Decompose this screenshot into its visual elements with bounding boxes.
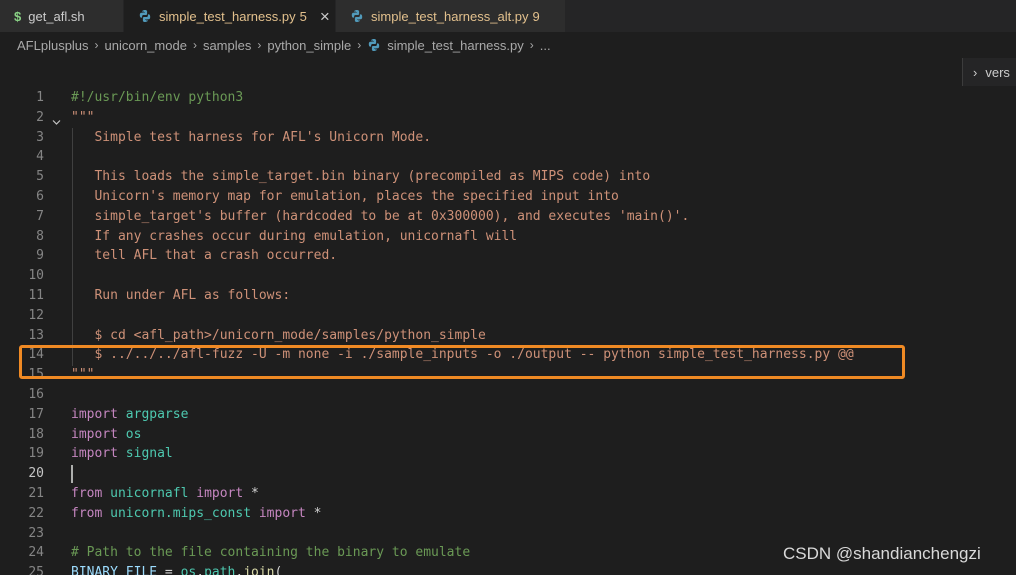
code-text: import argparse (71, 407, 189, 422)
python-icon (367, 38, 381, 52)
breadcrumb-item[interactable]: samples (203, 38, 251, 53)
code-line[interactable]: 8 If any crashes occur during emulation,… (0, 227, 1016, 247)
shell-dollar-icon: $ (14, 8, 22, 24)
code-text: from unicornafl import * (71, 486, 259, 501)
line-number: 8 (36, 229, 44, 244)
line-number: 20 (28, 466, 44, 481)
code-line[interactable]: 9 tell AFL that a crash occurred. (0, 246, 1016, 266)
chevron-right-icon: › (357, 38, 362, 52)
code-text: Unicorn's memory map for emulation, plac… (71, 189, 619, 204)
code-line[interactable]: 10 (0, 266, 1016, 286)
code-line[interactable]: 12 (0, 306, 1016, 326)
tab-label: simple_test_harness.py (159, 8, 296, 24)
line-number: 2 (36, 110, 44, 125)
code-line[interactable]: 18 import os (0, 425, 1016, 445)
breadcrumb: AFLplusplus › unicorn_mode › samples › python_… (17, 35, 551, 55)
tab-label: simple_test_harness_alt.py (371, 8, 529, 24)
code-text: import signal (71, 446, 173, 461)
code-line[interactable]: 17 import argparse (0, 405, 1016, 425)
tab-label: get_afl.sh (28, 8, 85, 24)
code-line[interactable]: 22 from unicorn.mips_const import * (0, 504, 1016, 524)
chevron-right-icon[interactable]: › (973, 65, 977, 80)
line-number: 10 (28, 268, 44, 283)
line-number: 4 (36, 149, 44, 164)
line-number: 1 (36, 90, 44, 105)
line-number: 16 (28, 387, 44, 402)
editor-tab-bar: $ get_afl.sh simple_test_harness.py 5 × simpl… (0, 0, 1016, 32)
line-number: 19 (28, 446, 44, 461)
line-number: 13 (28, 328, 44, 343)
code-line[interactable]: 21 from unicornafl import * (0, 484, 1016, 504)
line-number: 9 (36, 248, 44, 263)
python-icon (138, 9, 152, 23)
python-icon (350, 9, 364, 23)
close-icon[interactable]: × (320, 8, 330, 25)
line-number: 11 (28, 288, 44, 303)
breadcrumb-item[interactable]: simple_test_harness.py (387, 38, 524, 53)
chevron-right-icon: › (192, 38, 197, 52)
code-text: Simple test harness for AFL's Unicorn Mo… (71, 130, 432, 145)
code-text: # Path to the file containing the binary… (71, 545, 471, 560)
code-editor[interactable]: 1 #!/usr/bin/env python3 2 """ 3 Simple test… (0, 88, 1016, 575)
code-text: """ (71, 110, 95, 125)
line-number: 5 (36, 169, 44, 184)
line-number: 22 (28, 506, 44, 521)
code-line[interactable]: 3 Simple test harness for AFL's Unicorn … (0, 128, 1016, 148)
code-text: import os (71, 427, 142, 442)
code-line[interactable]: 11 Run under AFL as follows: (0, 286, 1016, 306)
code-text: tell AFL that a crash occurred. (71, 248, 338, 263)
code-line[interactable]: 6 Unicorn's memory map for emulation, pl… (0, 187, 1016, 207)
fold-chevron-icon[interactable] (52, 569, 61, 575)
breadcrumb-item[interactable]: unicorn_mode (105, 38, 187, 53)
code-line[interactable]: 1 #!/usr/bin/env python3 (0, 88, 1016, 108)
code-line[interactable]: 13 $ cd <afl_path>/unicorn_mode/samples/… (0, 326, 1016, 346)
indent-guide (72, 128, 73, 366)
line-number: 6 (36, 189, 44, 204)
code-text: This loads the simple_target.bin binary … (71, 169, 651, 184)
line-number: 21 (28, 486, 44, 501)
code-text: If any crashes occur during emulation, u… (71, 229, 518, 244)
code-line[interactable]: 20 (0, 464, 1016, 484)
line-number: 17 (28, 407, 44, 422)
code-text: #!/usr/bin/env python3 (71, 90, 244, 105)
text-cursor (71, 465, 73, 483)
code-line[interactable]: 2 """ (0, 108, 1016, 128)
code-text: BINARY_FILE = os.path.join( (71, 565, 283, 575)
line-number: 7 (36, 209, 44, 224)
tab-simple-test-harness-py[interactable]: simple_test_harness.py 5 × (124, 0, 336, 32)
highlight-annotation-box (19, 345, 905, 379)
line-number: 23 (28, 526, 44, 541)
breadcrumb-item[interactable]: ... (540, 38, 551, 53)
watermark-text: CSDN @shandianchengzi (783, 544, 981, 563)
code-text: simple_target's buffer (hardcoded to be … (71, 209, 690, 224)
chevron-right-icon: › (257, 38, 262, 52)
code-line[interactable]: 16 (0, 385, 1016, 405)
code-line[interactable]: 25 BINARY_FILE = os.path.join( (0, 563, 1016, 575)
chevron-right-icon: › (529, 38, 534, 52)
code-line[interactable]: 7 simple_target's buffer (hardcoded to b… (0, 207, 1016, 227)
code-text: $ cd <afl_path>/unicorn_mode/samples/pyt… (71, 328, 486, 343)
tab-simple-test-harness-alt-py[interactable]: simple_test_harness_alt.py 9 (336, 0, 566, 32)
problem-count-badge: 5 (299, 8, 307, 24)
line-number: 25 (28, 565, 44, 575)
breadcrumb-item[interactable]: AFLplusplus (17, 38, 89, 53)
code-line[interactable]: 4 (0, 147, 1016, 167)
line-number: 12 (28, 308, 44, 323)
problem-count-badge: 9 (532, 8, 540, 24)
code-text: from unicorn.mips_const import * (71, 506, 322, 521)
code-line[interactable]: 5 This loads the simple_target.bin binar… (0, 167, 1016, 187)
outline-peek-widget[interactable]: › vers (962, 58, 1016, 86)
code-line[interactable]: 19 import signal (0, 444, 1016, 464)
peek-label: vers (985, 64, 1010, 80)
line-number: 18 (28, 427, 44, 442)
chevron-right-icon: › (94, 38, 99, 52)
fold-chevron-icon[interactable] (52, 114, 61, 125)
breadcrumb-item[interactable]: python_simple (267, 38, 351, 53)
code-line[interactable]: 23 (0, 524, 1016, 544)
code-text: Run under AFL as follows: (71, 288, 291, 303)
tab-get-afl-sh[interactable]: $ get_afl.sh (0, 0, 124, 32)
line-number: 3 (36, 130, 44, 145)
line-number: 24 (28, 545, 44, 560)
